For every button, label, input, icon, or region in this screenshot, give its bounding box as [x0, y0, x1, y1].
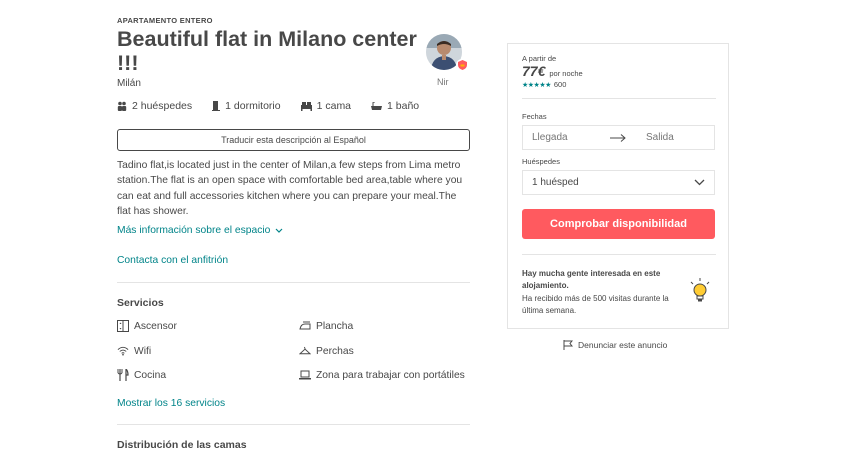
bedrooms-count: 1 dormitorio — [225, 100, 281, 112]
laptop-icon — [299, 369, 311, 381]
show-all-amenities-link[interactable]: Mostrar los 16 servicios — [117, 398, 225, 409]
amenity-label: Ascensor — [134, 320, 177, 332]
guests-icon — [117, 101, 127, 111]
amenity-hangers: Perchas — [299, 345, 354, 357]
check-availability-button[interactable]: Comprobar disponibilidad — [522, 209, 715, 239]
guests-count: 2 huéspedes — [132, 100, 193, 112]
rating-stars-icon: ★★★★★ — [522, 81, 551, 89]
amenities-title: Servicios — [117, 297, 164, 309]
price-from-label: A partir de — [522, 54, 557, 63]
checkout-field[interactable]: Salida — [646, 132, 674, 143]
arrow-right-icon — [610, 133, 640, 142]
kitchen-icon — [117, 369, 129, 381]
host-avatar[interactable] — [426, 34, 468, 72]
baths-count: 1 baño — [387, 100, 420, 112]
bed-icon — [300, 101, 312, 111]
dates-label: Fechas — [522, 112, 547, 121]
demand-notice-text: Ha recibido más de 500 visitas durante l… — [522, 294, 669, 315]
bathtub-icon — [371, 101, 383, 110]
wifi-icon — [117, 345, 129, 357]
chevron-down-icon[interactable] — [694, 179, 705, 186]
door-icon — [212, 101, 221, 111]
lightbulb-icon — [689, 278, 711, 304]
checkin-field[interactable]: Llegada — [532, 132, 610, 143]
review-count[interactable]: 600 — [554, 80, 567, 89]
divider — [522, 98, 716, 99]
amenity-elevator: Ascensor — [117, 320, 177, 332]
baths-fact: 1 baño — [371, 100, 419, 112]
amenity-workspace: Zona para trabajar con portátiles — [299, 369, 465, 381]
booking-card: A partir de 77€ por noche ★★★★★ 600 Fech… — [507, 43, 729, 329]
guests-label: Huéspedes — [522, 157, 560, 166]
translate-button[interactable]: Traducir esta descripción al Español — [117, 129, 470, 151]
rating[interactable]: ★★★★★ 600 — [522, 80, 566, 89]
iron-icon — [299, 320, 311, 332]
superhost-badge-icon — [456, 59, 468, 71]
price-row: 77€ por noche — [522, 63, 583, 79]
amenity-label: Wifi — [134, 345, 152, 357]
amenity-iron: Plancha — [299, 320, 353, 332]
divider — [117, 424, 470, 425]
dates-picker[interactable]: Llegada Salida — [522, 125, 715, 150]
amenity-label: Perchas — [316, 345, 354, 357]
more-info-label[interactable]: Más información sobre el espacio — [117, 225, 270, 236]
listing-description: Tadino flat,is located just in the cente… — [117, 160, 463, 217]
demand-notice-title: Hay mucha gente interesada en este aloja… — [522, 269, 661, 290]
report-listing-link[interactable]: Denunciar este anuncio — [563, 340, 667, 350]
amenity-label: Plancha — [316, 320, 354, 332]
amenity-wifi: Wifi — [117, 345, 151, 357]
guests-select[interactable]: 1 huésped — [522, 170, 715, 195]
amenity-kitchen: Cocina — [117, 369, 166, 381]
listing-facts: 2 huéspedes 1 dormitorio 1 cama 1 baño — [117, 100, 439, 112]
per-night-label: por noche — [549, 69, 583, 78]
listing-type-label: APARTAMENTO ENTERO — [117, 16, 213, 25]
hanger-icon — [299, 345, 311, 357]
divider — [522, 254, 716, 255]
amenity-label: Zona para trabajar con portátiles — [316, 369, 465, 381]
elevator-icon — [117, 320, 129, 332]
listing-city: Milán — [117, 78, 141, 89]
beds-section-title: Distribución de las camas — [117, 439, 247, 451]
chevron-down-icon[interactable] — [275, 228, 283, 233]
beds-fact: 1 cama — [300, 100, 352, 112]
host-name[interactable]: Nir — [437, 77, 449, 87]
listing-title: Beautiful flat in Milano center !!! — [117, 27, 417, 75]
more-info-link[interactable]: Más información sobre el espacio — [117, 225, 283, 236]
amenity-label: Cocina — [134, 369, 167, 381]
guests-value[interactable]: 1 huésped — [532, 177, 579, 188]
beds-count: 1 cama — [316, 100, 352, 112]
flag-icon[interactable] — [563, 340, 573, 350]
contact-host-link[interactable]: Contacta con el anfitrión — [117, 255, 228, 266]
divider — [117, 282, 470, 283]
bedrooms-fact: 1 dormitorio — [212, 100, 281, 112]
nightly-price: 77€ — [522, 63, 546, 79]
report-label[interactable]: Denunciar este anuncio — [578, 340, 667, 350]
guests-fact: 2 huéspedes — [117, 100, 192, 112]
